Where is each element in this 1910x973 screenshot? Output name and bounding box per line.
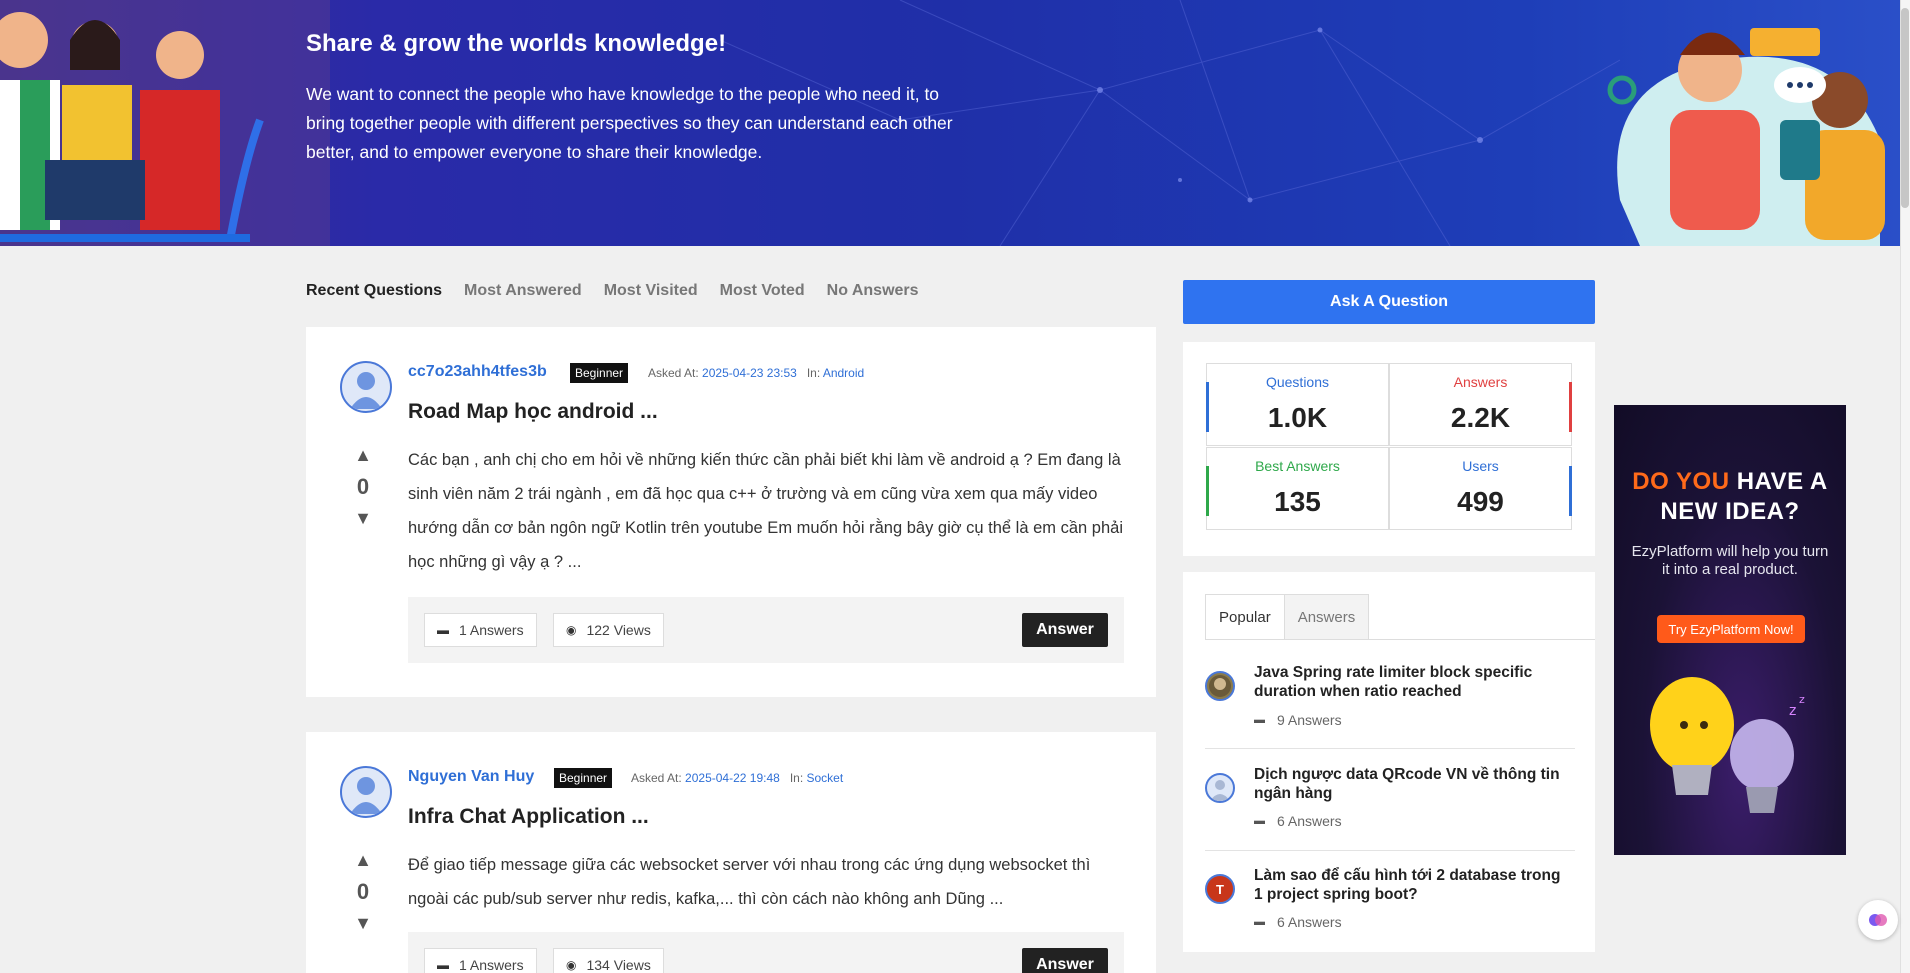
answer-button[interactable]: Answer [1022, 613, 1108, 647]
hero-title: Share & grow the worlds knowledge! [306, 30, 727, 57]
popular-question-meta: ▬ 9 Answers [1254, 712, 1342, 728]
tab-answers[interactable]: Answers [1284, 594, 1370, 640]
question-author[interactable]: cc7o23ahh4tfes3b [408, 363, 547, 381]
user-avatar-icon [1205, 671, 1235, 701]
question-excerpt: Để giao tiếp message giữa các websocket … [408, 856, 1091, 908]
people-illustration-left [0, 0, 330, 246]
vote-control: ▲ 0 ▼ [348, 850, 378, 934]
svg-text:z: z [1789, 703, 1796, 719]
user-avatar-icon: T [1205, 874, 1235, 904]
widget-tabs: Popular Answers [1205, 594, 1370, 640]
comment-icon: ▬ [1254, 714, 1265, 726]
popular-questions-widget: Popular Answers Java Spring rate limiter… [1183, 572, 1595, 952]
popular-item[interactable]: Java Spring rate limiter block specific … [1205, 663, 1575, 733]
question-date: 2025-04-23 23:53 [702, 366, 797, 380]
eye-icon: ◉ [566, 958, 577, 972]
popular-question-meta: ▬ 6 Answers [1254, 914, 1342, 930]
popular-question-title[interactable]: Làm sao để cấu hình tới 2 database trong… [1254, 866, 1564, 904]
question-card: cc7o23ahh4tfes3b Beginner Asked At: 2025… [306, 327, 1156, 697]
user-avatar-icon[interactable] [340, 361, 392, 413]
tab-most-voted[interactable]: Most Voted [720, 282, 805, 300]
vote-count: 0 [356, 879, 370, 904]
question-title[interactable]: Infra Chat Application ... [408, 805, 649, 829]
answers-count-pill[interactable]: ▬ 1 Answers [424, 948, 537, 973]
ad-headline: DO YOU HAVE A NEW IDEA? [1632, 468, 1828, 525]
question-footer: ▬ 1 Answers ◉ 134 Views Answer [408, 932, 1124, 973]
vote-count: 0 [356, 474, 370, 499]
vote-control: ▲ 0 ▼ [348, 445, 378, 529]
lightbulb-illustration: z z [1650, 677, 1805, 813]
tab-no-answers[interactable]: No Answers [827, 282, 919, 300]
question-category-link[interactable]: Android [823, 366, 864, 380]
ask-question-button[interactable]: Ask A Question [1183, 280, 1595, 324]
comment-icon: ▬ [437, 958, 449, 972]
tabs-divider [1205, 639, 1595, 640]
comment-icon: ▬ [437, 623, 449, 637]
ad-cta-button[interactable]: Try EzyPlatform Now! [1657, 615, 1805, 643]
question-excerpt: Các bạn , anh chị cho em hỏi về những ki… [408, 451, 1123, 571]
answers-count-pill[interactable]: ▬ 1 Answers [424, 613, 537, 647]
page-scrollbar[interactable] [1900, 0, 1910, 973]
question-meta: Asked At: 2025-04-22 19:48 In: Socket [631, 771, 844, 785]
user-level-badge: Beginner [554, 768, 613, 788]
popular-question-title[interactable]: Dịch ngược data QRcode VN về thông tin n… [1254, 765, 1564, 803]
ezyplatform-ad-banner[interactable]: DO YOU HAVE A NEW IDEA? EzyPlatform will… [1614, 405, 1846, 855]
question-footer: ▬ 1 Answers ◉ 122 Views Answer [408, 597, 1124, 663]
tab-most-visited[interactable]: Most Visited [604, 282, 698, 300]
svg-text:z: z [1799, 693, 1805, 706]
people-illustration-right [1607, 28, 1885, 246]
downvote-arrow-icon[interactable]: ▼ [348, 913, 378, 934]
tab-popular[interactable]: Popular [1205, 594, 1285, 640]
popular-question-meta: ▬ 6 Answers [1254, 813, 1342, 829]
user-level-badge: Beginner [570, 363, 629, 383]
upvote-arrow-icon[interactable]: ▲ [348, 445, 378, 466]
tab-most-answered[interactable]: Most Answered [464, 282, 582, 300]
assistant-floating-icon[interactable] [1858, 900, 1898, 940]
eye-icon: ◉ [566, 623, 577, 637]
comment-icon: ▬ [1254, 815, 1265, 827]
site-stats: Questions 1.0K Answers 2.2K Best Answers… [1183, 342, 1595, 556]
question-filter-tabs: Recent Questions Most Answered Most Visi… [306, 282, 919, 300]
popular-item[interactable]: T Làm sao để cấu hình tới 2 database tro… [1205, 866, 1575, 936]
stat-questions: Questions 1.0K [1206, 363, 1389, 446]
hero-banner: Share & grow the worlds knowledge! We wa… [0, 0, 1900, 246]
question-title[interactable]: Road Map học android ... [408, 400, 658, 424]
popular-item[interactable]: Dịch ngược data QRcode VN về thông tin n… [1205, 765, 1575, 835]
divider [1205, 748, 1575, 749]
downvote-arrow-icon[interactable]: ▼ [348, 508, 378, 529]
user-avatar-icon[interactable] [340, 766, 392, 818]
hero-description: We want to connect the people who have k… [306, 84, 953, 162]
user-avatar-icon [1205, 773, 1235, 803]
comment-icon: ▬ [1254, 916, 1265, 928]
views-count-pill: ◉ 134 Views [553, 948, 664, 973]
ad-subtext: EzyPlatform will help you turn it into a… [1631, 543, 1829, 578]
question-date: 2025-04-22 19:48 [685, 771, 780, 785]
views-count-pill: ◉ 122 Views [553, 613, 664, 647]
question-category-link[interactable]: Socket [807, 771, 844, 785]
scrollbar-thumb[interactable] [1901, 8, 1909, 208]
stat-answers: Answers 2.2K [1389, 363, 1572, 446]
upvote-arrow-icon[interactable]: ▲ [348, 850, 378, 871]
question-card: Nguyen Van Huy Beginner Asked At: 2025-0… [306, 732, 1156, 973]
stat-users: Users 499 [1389, 447, 1572, 530]
stat-best-answers: Best Answers 135 [1206, 447, 1389, 530]
tab-recent-questions[interactable]: Recent Questions [306, 282, 442, 300]
divider [1205, 850, 1575, 851]
question-meta: Asked At: 2025-04-23 23:53 In: Android [648, 366, 865, 380]
answer-button[interactable]: Answer [1022, 948, 1108, 973]
popular-question-title[interactable]: Java Spring rate limiter block specific … [1254, 663, 1564, 701]
question-author[interactable]: Nguyen Van Huy [408, 768, 534, 786]
